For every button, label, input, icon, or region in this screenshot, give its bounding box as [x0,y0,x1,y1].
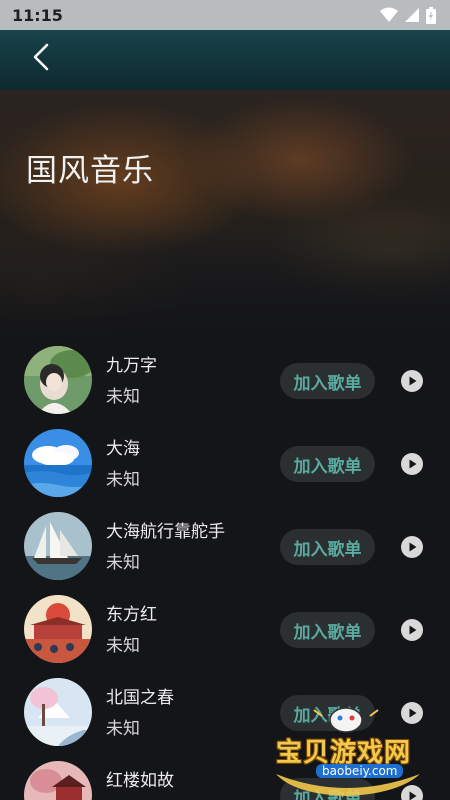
back-button[interactable] [24,42,58,76]
song-row[interactable]: 大海 未知 加入歌单 [0,423,450,505]
add-to-playlist-button[interactable]: 加入歌单 [280,363,375,399]
song-artist: 未知 [106,636,140,656]
song-name: 大海 [106,439,140,459]
song-name: 北国之春 [106,688,174,708]
play-icon[interactable] [401,453,423,475]
song-artist: 未知 [106,719,140,739]
song-cover [24,512,92,580]
status-bar: 11:15 [0,0,450,30]
song-name: 大海航行靠舵手 [106,522,225,542]
song-name: 红楼如故 [106,771,174,791]
play-icon[interactable] [401,370,423,392]
song-row[interactable]: 大海航行靠舵手 未知 加入歌单 [0,506,450,588]
song-artist: 未知 [106,553,140,573]
song-row[interactable]: 九万字 未知 加入歌单 [0,340,450,422]
song-artist: 未知 [106,470,140,490]
song-cover [24,346,92,414]
add-to-playlist-button[interactable]: 加入歌单 [280,529,375,565]
wifi-icon [380,7,398,23]
song-cover [24,761,92,800]
song-cover [24,429,92,497]
app-screen: 11:15 国风音乐 九万字 未知 加入歌单 大海 未知 加入歌单 大海航行靠舵… [0,0,450,800]
song-row[interactable]: 东方红 未知 加入歌单 [0,589,450,671]
add-to-playlist-button[interactable]: 加入歌单 [280,612,375,648]
play-icon[interactable] [401,619,423,641]
chevron-left-icon [31,42,51,76]
song-name: 东方红 [106,605,157,625]
status-icons [380,6,436,24]
song-name: 九万字 [106,356,157,376]
play-icon[interactable] [401,536,423,558]
song-cover [24,678,92,746]
add-to-playlist-button[interactable]: 加入歌单 [280,446,375,482]
signal-icon [404,7,420,23]
song-cover [24,595,92,663]
status-time: 11:15 [12,5,63,25]
watermark-url: baobeiy.com [316,764,404,778]
hero-banner: 国风音乐 [0,90,450,340]
watermark-logo: 宝贝游戏网 baobeiy.com [268,702,428,800]
app-header [0,30,450,90]
song-artist: 未知 [106,387,140,407]
battery-icon [426,6,436,24]
page-title: 国风音乐 [26,153,154,189]
